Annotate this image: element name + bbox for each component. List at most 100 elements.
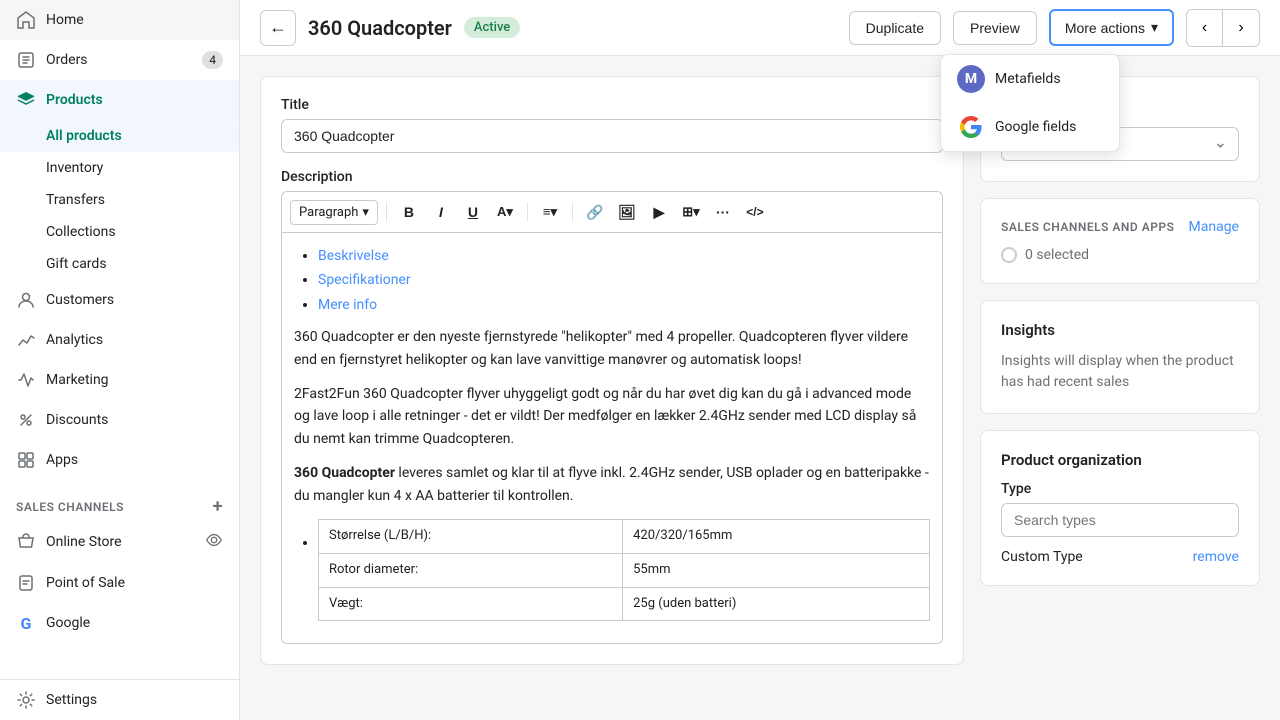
desc-link-specifikationer[interactable]: Specifikationer	[318, 272, 411, 288]
selected-row: 0 selected	[1001, 247, 1239, 263]
table-row: Rotor diameter: 55mm	[319, 553, 930, 587]
desc-link-mere-info[interactable]: Mere info	[318, 297, 377, 313]
home-icon	[16, 10, 36, 30]
title-field-group: Title	[281, 97, 943, 153]
source-button[interactable]: </>	[741, 198, 769, 226]
next-product-button[interactable]: ›	[1223, 10, 1259, 46]
metafields-icon: M	[957, 65, 985, 93]
sidebar-item-gift-cards[interactable]: Gift cards	[0, 248, 239, 280]
description-content[interactable]: Beskrivelse Specifikationer Mere info 36…	[281, 232, 943, 644]
sidebar-item-all-products[interactable]: All products	[0, 120, 239, 152]
sidebar-item-google[interactable]: G Google	[0, 603, 239, 643]
sidebar-item-online-store[interactable]: Online Store	[0, 521, 239, 563]
paragraph-select[interactable]: Paragraph ▾	[290, 200, 378, 225]
custom-type-label: Custom Type	[1001, 549, 1083, 565]
description-toolbar: Paragraph ▾ B I U A▾ ≡▾ 🔗 🖼 ▶	[281, 191, 943, 232]
sidebar-item-inventory[interactable]: Inventory	[0, 152, 239, 184]
customers-icon	[16, 290, 36, 310]
sidebar-item-discounts[interactable]: Discounts	[0, 400, 239, 440]
sidebar: Home Orders 4 Products All products Inve…	[0, 0, 240, 720]
preview-button[interactable]: Preview	[953, 11, 1037, 45]
apps-icon	[16, 450, 36, 470]
sidebar-item-settings[interactable]: Settings	[0, 679, 239, 720]
sidebar-item-home[interactable]: Home	[0, 0, 239, 40]
content-area: Title Description Paragraph ▾ B I	[240, 56, 1280, 720]
product-details-card: Title Description Paragraph ▾ B I	[260, 76, 964, 665]
sales-channels-card: SALES CHANNELS AND APPS Manage 0 selecte…	[980, 198, 1260, 284]
settings-icon	[16, 690, 36, 710]
paragraph-chevron-icon: ▾	[362, 205, 369, 220]
align-button[interactable]: ≡▾	[536, 198, 564, 226]
sidebar-item-marketing[interactable]: Marketing	[0, 360, 239, 400]
description-label: Description	[281, 169, 943, 185]
sidebar-item-products[interactable]: Products	[0, 80, 239, 120]
remove-link[interactable]: remove	[1193, 549, 1239, 565]
underline-button[interactable]: U	[459, 198, 487, 226]
sidebar-item-pos[interactable]: Point of Sale	[0, 563, 239, 603]
prev-product-button[interactable]: ‹	[1187, 10, 1223, 46]
italic-button[interactable]: I	[427, 198, 455, 226]
custom-type-row: Custom Type remove	[1001, 549, 1239, 565]
google-fields-icon	[957, 113, 985, 141]
type-label: Type	[1001, 481, 1239, 497]
specs-table: Størrelse (L/B/H): 420/320/165mm Rotor d…	[318, 519, 930, 621]
manage-link[interactable]: Manage	[1189, 219, 1239, 235]
product-org-title: Product organization	[1001, 451, 1239, 469]
duplicate-button[interactable]: Duplicate	[849, 11, 941, 45]
orders-badge: 4	[202, 51, 223, 69]
insights-card: Insights Insights will display when the …	[980, 300, 1260, 414]
description-field-group: Description Paragraph ▾ B I U A▾ ≡▾	[281, 169, 943, 644]
desc-link-beskrivelse[interactable]: Beskrivelse	[318, 248, 389, 264]
sidebar-item-analytics[interactable]: Analytics	[0, 320, 239, 360]
product-org-card: Product organization Type Custom Type re…	[980, 430, 1260, 586]
products-icon	[16, 90, 36, 110]
bold-button[interactable]: B	[395, 198, 423, 226]
online-store-visibility-icon	[205, 531, 223, 553]
sidebar-item-transfers[interactable]: Transfers	[0, 184, 239, 216]
video-button[interactable]: ▶	[645, 198, 673, 226]
chevron-down-icon: ▾	[1151, 19, 1158, 36]
marketing-icon	[16, 370, 36, 390]
metafields-option[interactable]: M Metafields	[941, 55, 1119, 103]
title-input[interactable]	[281, 119, 943, 153]
radio-empty-icon	[1001, 247, 1017, 263]
insights-title: Insights	[1001, 321, 1239, 339]
status-badge: Active	[464, 17, 520, 38]
more-actions-button[interactable]: More actions ▾	[1049, 9, 1174, 46]
sales-channels-title: SALES CHANNELS AND APPS	[1001, 220, 1174, 234]
back-button[interactable]: ←	[260, 10, 296, 46]
text-color-button[interactable]: A▾	[491, 198, 519, 226]
type-search-input[interactable]	[1001, 503, 1239, 537]
sidebar-item-apps[interactable]: Apps	[0, 440, 239, 480]
title-label: Title	[281, 97, 943, 113]
main-area: ← 360 Quadcopter Active Duplicate Previe…	[240, 0, 1280, 720]
product-form: Title Description Paragraph ▾ B I	[260, 76, 964, 700]
online-store-icon	[16, 532, 36, 552]
page-title: 360 Quadcopter	[308, 16, 452, 40]
pos-icon	[16, 573, 36, 593]
desc-para3: 360 Quadcopter leveres samlet og klar ti…	[294, 462, 930, 507]
image-button[interactable]: 🖼	[613, 198, 641, 226]
sidebar-item-orders[interactable]: Orders 4	[0, 40, 239, 80]
orders-icon	[16, 50, 36, 70]
more-actions-dropdown: M Metafields Google fields	[940, 54, 1120, 152]
insights-description: Insights will display when the product h…	[1001, 351, 1239, 393]
desc-para1: 360 Quadcopter er den nyeste fjernstyred…	[294, 326, 930, 371]
table-row: Vægt: 25g (uden batteri)	[319, 587, 930, 621]
table-row: Størrelse (L/B/H): 420/320/165mm	[319, 519, 930, 553]
more-options-button[interactable]: ···	[709, 198, 737, 226]
type-field-group: Type	[1001, 481, 1239, 537]
sidebar-item-customers[interactable]: Customers	[0, 280, 239, 320]
nav-arrows: ‹ ›	[1186, 9, 1260, 47]
sidebar-item-collections[interactable]: Collections	[0, 216, 239, 248]
add-sales-channel-icon[interactable]: +	[213, 496, 223, 517]
google-sidebar-icon: G	[16, 613, 36, 633]
side-panel: Product status Active Draft SALES CHANNE…	[980, 76, 1260, 700]
link-button[interactable]: 🔗	[581, 198, 609, 226]
desc-para2: 2Fast2Fun 360 Quadcopter flyver uhyggeli…	[294, 383, 930, 450]
desc-para3-bold: 360 Quadcopter	[294, 465, 395, 481]
table-button[interactable]: ⊞▾	[677, 198, 705, 226]
google-fields-option[interactable]: Google fields	[941, 103, 1119, 151]
discounts-icon	[16, 410, 36, 430]
sales-channels-section: SALES CHANNELS +	[0, 480, 239, 521]
